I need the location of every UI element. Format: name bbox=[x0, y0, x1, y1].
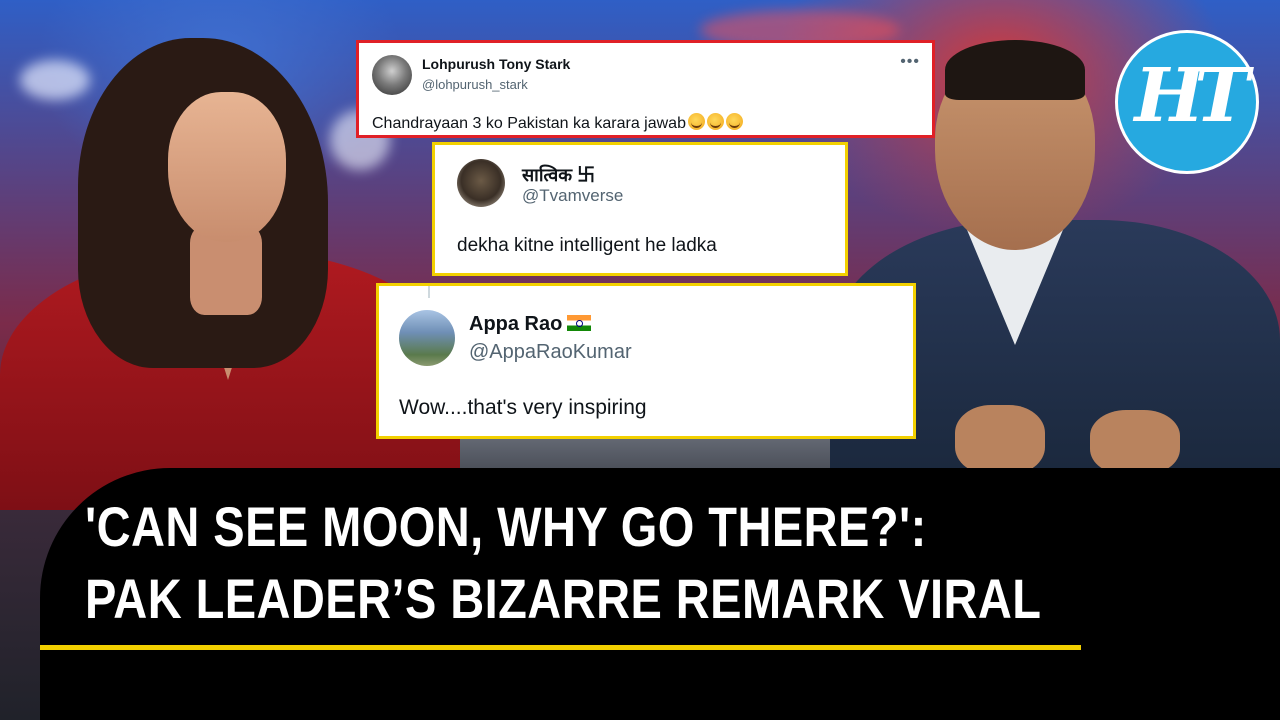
tweet-text: dekha kitne intelligent he ladka bbox=[457, 235, 717, 256]
salute-emoji-icon bbox=[706, 113, 724, 130]
tweet-author-name: Lohpurush Tony Stark bbox=[422, 56, 571, 72]
tweet-author-name: Appa Rao bbox=[469, 313, 592, 336]
headline-line-2: PAK LEADER’S BIZARRE REMARK VIRAL bbox=[85, 567, 1042, 630]
tweet-author-name-text: Appa Rao bbox=[469, 313, 563, 335]
guest-hand bbox=[955, 405, 1045, 475]
tweet-author-handle: @lohpurush_stark bbox=[422, 77, 528, 92]
headline-accent-line bbox=[40, 645, 1081, 650]
tweet-author-name: सात्विक 卐 bbox=[522, 165, 596, 185]
ht-logo-text: HT bbox=[1134, 53, 1250, 139]
guest-hand bbox=[1090, 410, 1180, 475]
tweet-text: Chandrayaan 3 ko Pakistan ka karara jawa… bbox=[372, 113, 743, 133]
user-avatar bbox=[457, 159, 505, 207]
salute-emoji-icon bbox=[687, 113, 705, 130]
ht-logo: HT bbox=[1115, 30, 1259, 174]
thread-connector-line bbox=[428, 286, 430, 298]
tweet-card-2: सात्विक 卐 @Tvamverse dekha kitne intelli… bbox=[432, 142, 848, 276]
india-flag-icon bbox=[567, 315, 592, 331]
tweet-author-handle: @AppaRaoKumar bbox=[469, 341, 632, 363]
tweet-author-handle: @Tvamverse bbox=[522, 186, 624, 205]
user-avatar bbox=[372, 55, 412, 95]
studio-light bbox=[20, 60, 90, 100]
tweet-text: Wow....that's very inspiring bbox=[399, 396, 647, 419]
more-options-icon: ••• bbox=[900, 53, 920, 70]
news-anchor-face bbox=[168, 92, 286, 242]
headline-line-1: 'CAN SEE MOON, WHY GO THERE?': bbox=[85, 495, 927, 558]
tweet-text-content: Chandrayaan 3 ko Pakistan ka karara jawa… bbox=[372, 115, 686, 132]
tweet-card-1: Lohpurush Tony Stark @lohpurush_stark ••… bbox=[356, 40, 935, 138]
guest-hair bbox=[945, 40, 1085, 100]
salute-emoji-icon bbox=[725, 113, 743, 130]
user-avatar bbox=[399, 310, 455, 366]
tweet-card-3: Appa Rao @AppaRaoKumar Wow....that's ver… bbox=[376, 283, 916, 439]
